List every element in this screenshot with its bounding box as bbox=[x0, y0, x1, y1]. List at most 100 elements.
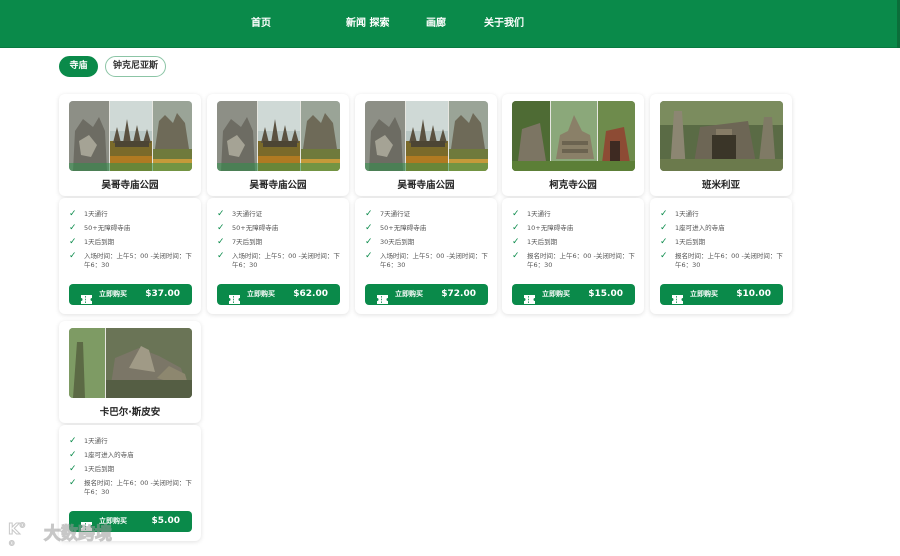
kbal-spean-photo[interactable] bbox=[69, 328, 192, 398]
filter-tab-temples[interactable]: 寺庙 bbox=[59, 56, 98, 77]
ticket-icon bbox=[377, 289, 388, 304]
buy-now-button[interactable]: 立即购买 $62.00 bbox=[217, 284, 340, 305]
feature-item: ✓ 10+无障碍寺庙 bbox=[512, 224, 637, 233]
check-icon: ✓ bbox=[69, 251, 77, 261]
feature-item: ✓ 入场时间：上午5：00 -关闭时间：下午6：30 bbox=[217, 252, 342, 270]
watermark-logo: K°° bbox=[7, 520, 26, 556]
card-header: 吴哥寺庙公园 bbox=[59, 94, 201, 196]
feature-item: ✓ 50+无障碍寺庙 bbox=[365, 224, 490, 233]
feature-item: ✓ 1天通行 bbox=[69, 210, 194, 219]
card-title: 卡巴尔·斯皮安 bbox=[99, 407, 161, 418]
feature-item: ✓ 报名时间：上午6：00 -关闭时间：下午6：30 bbox=[660, 252, 785, 270]
angkor-wat-photo[interactable] bbox=[217, 101, 340, 171]
buy-now-button[interactable]: 立即购买 $37.00 bbox=[69, 284, 192, 305]
check-icon: ✓ bbox=[660, 209, 668, 219]
nav-link-news[interactable]: 新闻 探索 bbox=[346, 0, 389, 48]
check-icon: ✓ bbox=[217, 223, 225, 233]
angkor-wat-photo[interactable] bbox=[69, 101, 192, 171]
feature-text: 入场时间：上午5：00 -关闭时间：下午6：30 bbox=[232, 252, 340, 269]
check-icon: ✓ bbox=[365, 223, 373, 233]
check-icon: ✓ bbox=[512, 237, 520, 247]
check-icon: ✓ bbox=[512, 223, 520, 233]
check-icon: ✓ bbox=[69, 209, 77, 219]
buy-now-label: 立即购买 bbox=[542, 290, 570, 298]
watermark-brand: 大数跨境 bbox=[44, 524, 113, 545]
check-icon: ✓ bbox=[512, 251, 520, 261]
feature-item: ✓ 1天后到期 bbox=[512, 238, 637, 247]
buy-now-button[interactable]: 立即购买 $72.00 bbox=[365, 284, 488, 305]
feature-text: 1天后到期 bbox=[675, 238, 706, 246]
nav-link-about[interactable]: 关于我们 bbox=[484, 0, 524, 48]
feature-item: ✓ 1天后到期 bbox=[69, 238, 194, 247]
feature-text: 报名时间：上午6：00 -关闭时间：下午6：30 bbox=[675, 252, 783, 269]
angkor-wat-photo[interactable] bbox=[365, 101, 488, 171]
check-icon: ✓ bbox=[217, 237, 225, 247]
price-label: $15.00 bbox=[588, 289, 623, 299]
feature-text: 1天后到期 bbox=[527, 238, 558, 246]
ticket-icon bbox=[229, 289, 240, 304]
buy-now-label: 立即购买 bbox=[690, 290, 718, 298]
feature-text: 3天通行证 bbox=[232, 210, 263, 218]
feature-text: 报名时间：上午6：00 -关闭时间：下午6：30 bbox=[527, 252, 635, 269]
feature-text: 50+无障碍寺庙 bbox=[84, 224, 131, 232]
card-title: 柯克寺公园 bbox=[549, 180, 597, 191]
feature-item: ✓ 1天后到期 bbox=[660, 238, 785, 247]
feature-text: 1座可进入的寺庙 bbox=[84, 451, 134, 459]
feature-item: ✓ 入场时间：上午5：00 -关闭时间：下午6：30 bbox=[365, 252, 490, 270]
beng-mealea-photo[interactable] bbox=[660, 101, 783, 171]
check-icon: ✓ bbox=[69, 478, 77, 488]
feature-item: ✓ 1天通行 bbox=[69, 437, 194, 446]
feature-text: 7天后到期 bbox=[232, 238, 263, 246]
price-label: $37.00 bbox=[145, 289, 180, 299]
feature-item: ✓ 1天通行 bbox=[660, 210, 785, 219]
check-icon: ✓ bbox=[660, 223, 668, 233]
buy-now-label: 立即购买 bbox=[99, 290, 127, 298]
check-icon: ✓ bbox=[365, 209, 373, 219]
feature-item: ✓ 报名时间：上午6：00 -关闭时间：下午6：30 bbox=[512, 252, 637, 270]
feature-text: 1天通行 bbox=[675, 210, 699, 218]
check-icon: ✓ bbox=[660, 237, 668, 247]
price-label: $10.00 bbox=[736, 289, 771, 299]
check-icon: ✓ bbox=[69, 436, 77, 446]
feature-text: 7天通行证 bbox=[380, 210, 411, 218]
feature-item: ✓ 1座可进入的寺庙 bbox=[660, 224, 785, 233]
feature-item: ✓ 1天后到期 bbox=[69, 465, 194, 474]
check-icon: ✓ bbox=[69, 450, 77, 460]
feature-item: ✓ 报名时间：上午6：00 -关闭时间：下午6：30 bbox=[69, 479, 194, 497]
card-title: 吴哥寺庙公园 bbox=[101, 180, 159, 191]
feature-text: 1天通行 bbox=[84, 210, 108, 218]
buy-now-button[interactable]: 立即购买 $10.00 bbox=[660, 284, 783, 305]
feature-text: 报名时间：上午6：00 -关闭时间：下午6：30 bbox=[84, 479, 192, 496]
nav-link-gallery[interactable]: 画廊 bbox=[426, 0, 446, 48]
card-title: 吴哥寺庙公园 bbox=[249, 180, 307, 191]
check-icon: ✓ bbox=[69, 464, 77, 474]
feature-text: 入场时间：上午5：00 -关闭时间：下午6：30 bbox=[380, 252, 488, 269]
filter-tab-other[interactable]: 钟克尼亚斯 bbox=[105, 56, 166, 77]
feature-item: ✓ 1座可进入的寺庙 bbox=[69, 451, 194, 460]
feature-text: 1天通行 bbox=[527, 210, 551, 218]
check-icon: ✓ bbox=[69, 237, 77, 247]
check-icon: ✓ bbox=[217, 251, 225, 261]
buy-now-label: 立即购买 bbox=[395, 290, 423, 298]
feature-item: ✓ 入场时间：上午5：00 -关闭时间：下午6：30 bbox=[69, 252, 194, 270]
check-icon: ✓ bbox=[365, 251, 373, 261]
koh-ker-photo[interactable] bbox=[512, 101, 635, 171]
card-title: 吴哥寺庙公园 bbox=[397, 180, 455, 191]
feature-text: 10+无障碍寺庙 bbox=[527, 224, 574, 232]
buy-now-label: 立即购买 bbox=[247, 290, 275, 298]
card-header: 吴哥寺庙公园 bbox=[207, 94, 349, 196]
buy-now-button[interactable]: 立即购买 $15.00 bbox=[512, 284, 635, 305]
check-icon: ✓ bbox=[512, 209, 520, 219]
check-icon: ✓ bbox=[217, 209, 225, 219]
feature-item: ✓ 30天后到期 bbox=[365, 238, 490, 247]
price-label: $5.00 bbox=[151, 516, 180, 526]
nav-link-home[interactable]: 首页 bbox=[251, 0, 271, 48]
card-header: 柯克寺公园 bbox=[502, 94, 644, 196]
check-icon: ✓ bbox=[660, 251, 668, 261]
feature-item: ✓ 1天通行 bbox=[512, 210, 637, 219]
feature-item: ✓ 7天后到期 bbox=[217, 238, 342, 247]
feature-text: 1座可进入的寺庙 bbox=[675, 224, 725, 232]
ticket-icon bbox=[672, 289, 683, 304]
feature-text: 50+无障碍寺庙 bbox=[380, 224, 427, 232]
feature-text: 入场时间：上午5：00 -关闭时间：下午6：30 bbox=[84, 252, 192, 269]
